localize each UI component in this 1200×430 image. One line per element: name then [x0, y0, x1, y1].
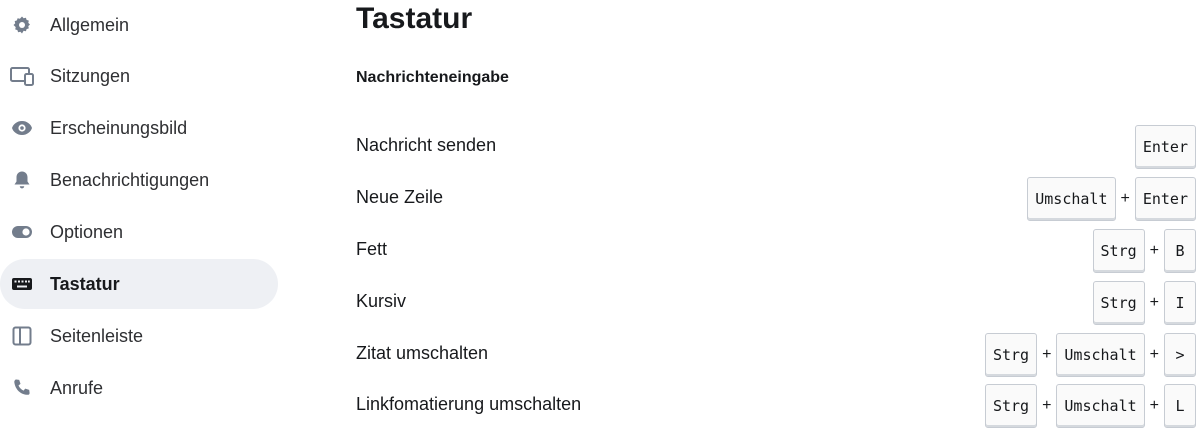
sidebar-item-anrufe[interactable]: Anrufe: [0, 363, 278, 413]
key-separator: +: [1042, 346, 1052, 363]
phone-icon: [10, 376, 34, 400]
sidebar-item-label: Anrufe: [50, 377, 104, 398]
shortcut-label: Neue Zeile: [356, 187, 444, 207]
sidebar-item-seitenleiste[interactable]: Seitenleiste: [0, 311, 278, 361]
sidebar-item-label: Allgemein: [50, 14, 130, 35]
shortcut-row: Fett Strg + B: [356, 229, 1196, 273]
shortcut-row: Nachricht senden Enter: [356, 125, 1196, 169]
sidebar-item-erscheinungsbild[interactable]: Erscheinungsbild: [0, 103, 278, 153]
key-combination: Strg + Umschalt + L: [984, 384, 1196, 428]
sidebar-item-optionen[interactable]: Optionen: [0, 207, 278, 257]
toggle-icon: [10, 220, 34, 244]
key-combination: Umschalt + Enter: [1027, 177, 1196, 221]
key-cap: Umschalt: [1056, 384, 1145, 428]
key-combination: Enter: [1134, 125, 1196, 169]
key-cap: I: [1164, 281, 1196, 325]
sidebar-item-label: Optionen: [50, 221, 124, 242]
gear-icon: [10, 13, 34, 37]
shortcut-row: Linkfomatierung umschalten Strg + Umscha…: [356, 384, 1196, 428]
key-cap: Enter: [1134, 177, 1196, 221]
devices-icon: [10, 64, 34, 88]
key-cap: Strg: [1092, 229, 1145, 273]
shortcut-row: Neue Zeile Umschalt + Enter: [356, 177, 1196, 221]
sidebar-item-label: Erscheinungsbild: [50, 117, 188, 138]
key-cap: Strg: [984, 333, 1038, 377]
key-cap: Enter: [1134, 125, 1196, 169]
sidebar-item-label: Sitzungen: [50, 65, 131, 86]
sidebar-item-benachrichtigungen[interactable]: Benachrichtigungen: [0, 155, 278, 205]
shortcut-row: Zitat umschalten Strg + Umschalt + >: [356, 333, 1196, 377]
settings-sidebar: Allgemein Sitzungen Erscheinungsbild Ben…: [0, 0, 280, 430]
sidebar-icon: [10, 324, 34, 348]
eye-icon: [10, 116, 34, 140]
shortcut-label: Linkfomatierung umschalten: [356, 394, 582, 414]
sidebar-item-sitzungen[interactable]: Sitzungen: [0, 51, 278, 101]
sidebar-item-tastatur[interactable]: Tastatur: [0, 259, 278, 309]
bell-icon: [10, 168, 34, 192]
settings-content: Tastatur Nachrichteneingabe Nachricht se…: [356, 0, 1200, 430]
shortcut-label: Fett: [356, 239, 388, 259]
key-cap: B: [1164, 229, 1196, 273]
key-separator: +: [1120, 190, 1130, 207]
key-cap: >: [1164, 333, 1196, 377]
key-separator: +: [1042, 397, 1052, 414]
sidebar-item-label: Benachrichtigungen: [50, 169, 210, 190]
shortcut-label: Kursiv: [356, 291, 407, 311]
settings-dialog: Allgemein Sitzungen Erscheinungsbild Ben…: [0, 0, 1200, 430]
key-separator: +: [1149, 242, 1159, 259]
key-combination: Strg + B: [1092, 229, 1196, 273]
key-combination: Strg + I: [1092, 281, 1196, 325]
key-cap: Strg: [1092, 281, 1145, 325]
keyboard-icon: [10, 272, 34, 296]
key-separator: +: [1149, 294, 1159, 311]
section-title: Nachrichteneingabe: [356, 69, 509, 86]
shortcut-label: Nachricht senden: [356, 135, 497, 155]
sidebar-item-label: Seitenleiste: [50, 325, 144, 346]
page-title: Tastatur: [356, 2, 473, 35]
key-cap: Umschalt: [1027, 177, 1116, 221]
sidebar-item-allgemein[interactable]: Allgemein: [0, 0, 278, 50]
shortcut-label: Zitat umschalten: [356, 343, 489, 363]
key-separator: +: [1149, 346, 1159, 363]
key-cap: Umschalt: [1056, 333, 1145, 377]
key-combination: Strg + Umschalt + >: [984, 333, 1196, 377]
key-cap: Strg: [984, 384, 1038, 428]
sidebar-item-label: Tastatur: [50, 273, 120, 294]
key-cap: L: [1164, 384, 1196, 428]
shortcut-row: Kursiv Strg + I: [356, 281, 1196, 325]
key-separator: +: [1149, 397, 1159, 414]
